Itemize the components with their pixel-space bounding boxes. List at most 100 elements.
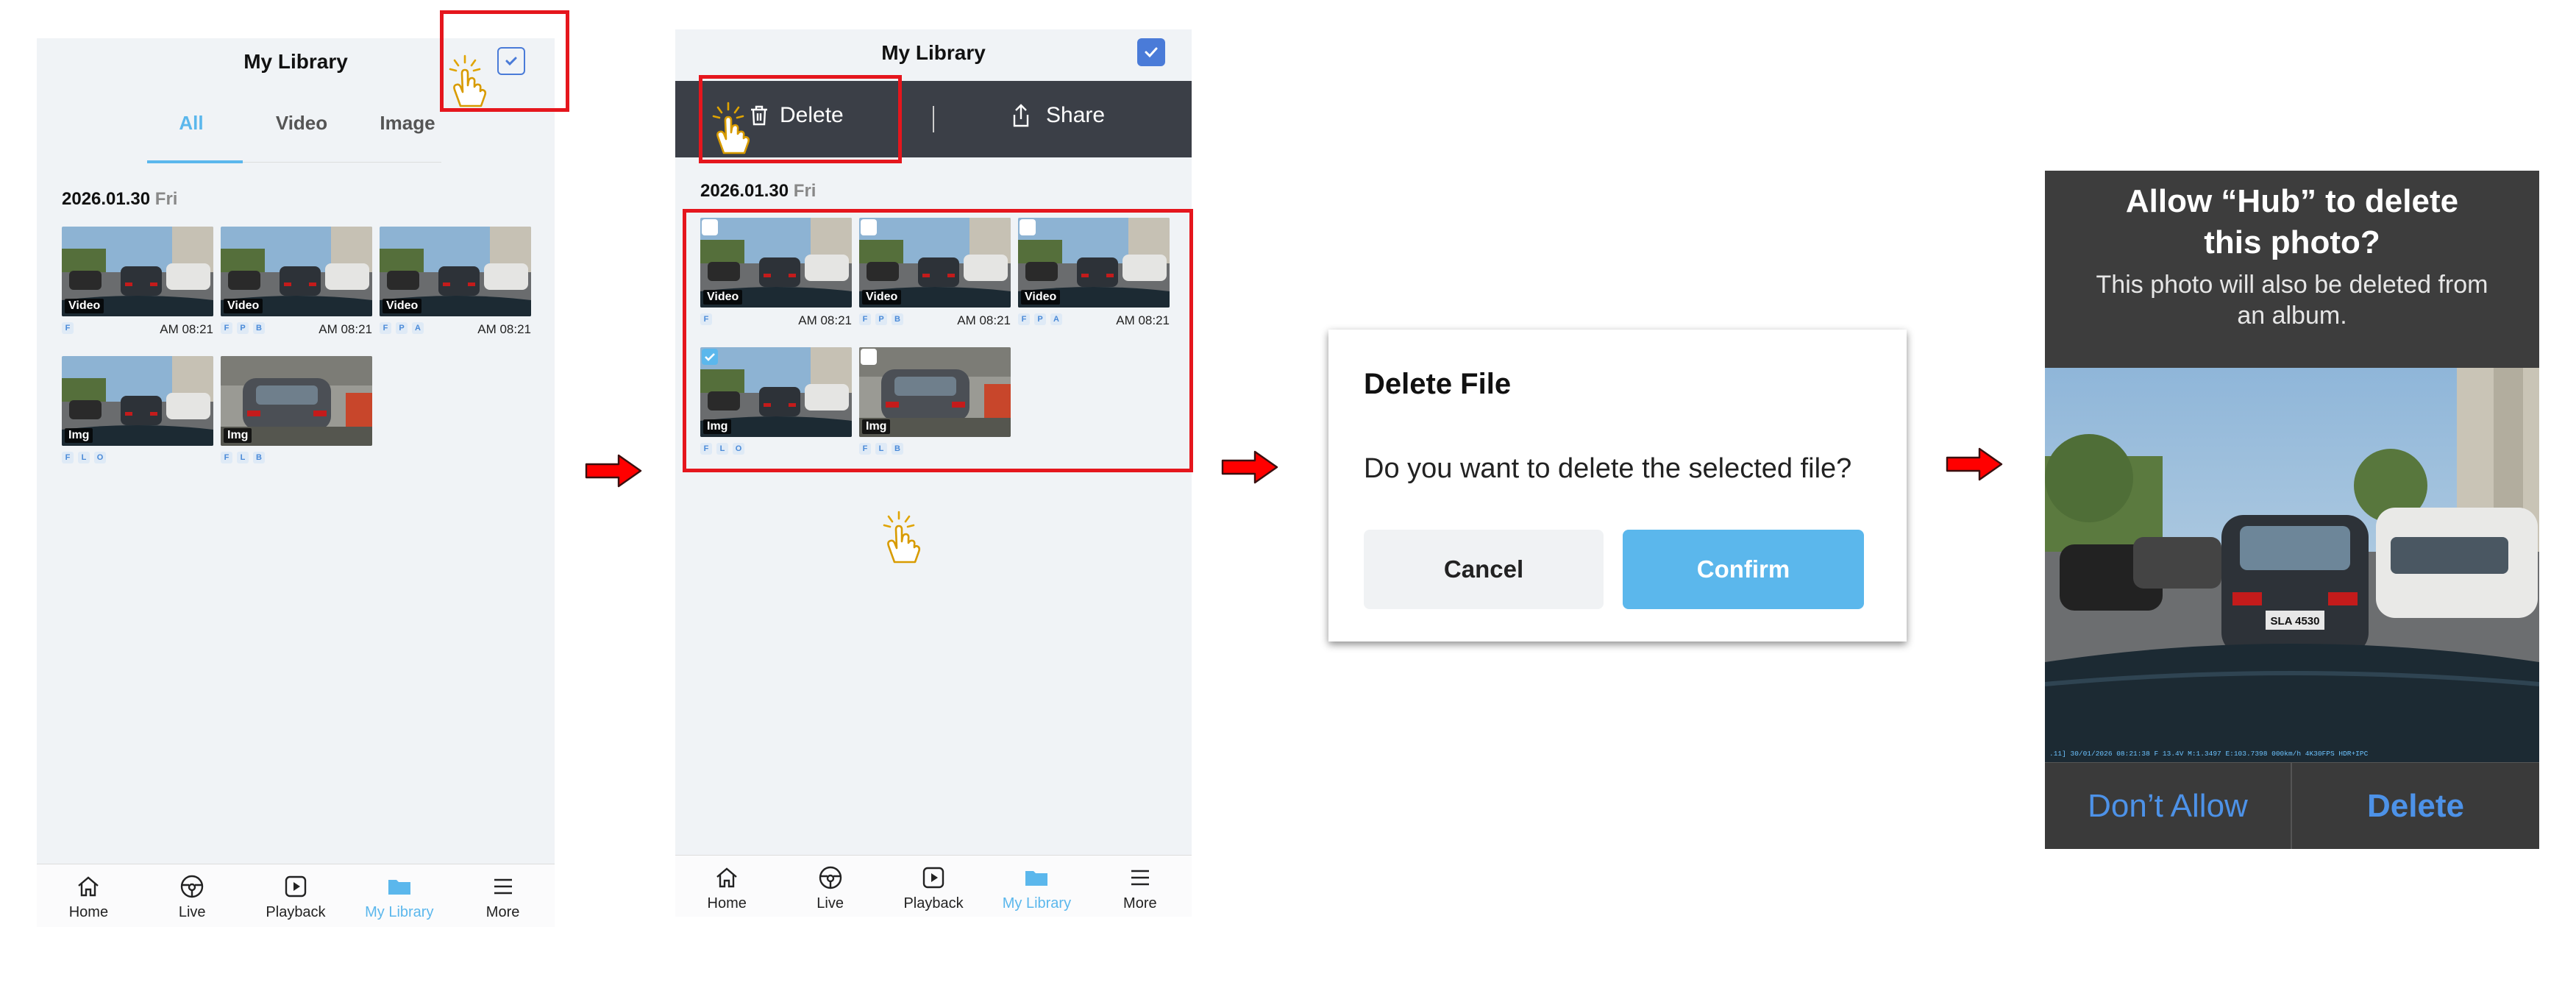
- tab-divider: [243, 162, 441, 163]
- badge: F: [221, 322, 232, 334]
- date-header: 2026.01.30 Fri: [700, 181, 816, 202]
- nav-my-library[interactable]: My Library: [347, 864, 451, 927]
- alert-header: Allow “Hub” to delete this photo? This p…: [2045, 171, 2539, 368]
- bottom-nav: Home Live Playback My Library More: [37, 864, 555, 927]
- file-time: AM 08:21: [477, 322, 531, 336]
- dont-allow-button[interactable]: Don’t Allow: [2045, 763, 2291, 849]
- file-type-tag: Video: [383, 299, 422, 313]
- badge: B: [253, 322, 265, 334]
- tap-hand-icon: [883, 511, 921, 564]
- flow-arrow-icon: [1221, 450, 1278, 484]
- steering-wheel-icon: [819, 866, 842, 889]
- tap-hand-icon: [712, 102, 750, 154]
- nav-label: More: [1123, 895, 1157, 911]
- nav-label: Live: [816, 895, 844, 911]
- nav-label: My Library: [1002, 895, 1072, 911]
- dashcam-photo: SLA 4530 .11] 30/01/2026 08:21:38 F 13.4…: [2045, 368, 2539, 762]
- menu-icon: [494, 878, 512, 895]
- bottom-nav: Home Live Playback My Library More: [675, 855, 1192, 917]
- tab-image[interactable]: Image: [363, 112, 452, 135]
- alert-message-line2: an album.: [2237, 302, 2347, 330]
- badge: F: [62, 452, 74, 463]
- nav-playback[interactable]: Playback: [244, 864, 348, 927]
- camera-badges: FPB: [221, 322, 265, 334]
- license-plate: SLA 4530: [2271, 615, 2320, 628]
- file-thumb[interactable]: Img: [221, 356, 372, 446]
- nav-more[interactable]: More: [451, 864, 555, 927]
- badge: B: [253, 452, 265, 463]
- camera-badges: FPA: [380, 322, 424, 334]
- badge: F: [221, 452, 232, 463]
- folder-icon: [388, 880, 410, 895]
- badge: A: [412, 322, 424, 334]
- nav-playback[interactable]: Playback: [882, 856, 985, 917]
- file-time: AM 08:21: [160, 322, 213, 336]
- file-thumb[interactable]: Img: [62, 356, 213, 446]
- library-screen-1: My Library All Video Image 2026.01.30 Fr…: [37, 38, 555, 927]
- nav-home[interactable]: Home: [37, 864, 140, 927]
- badge: L: [237, 452, 249, 463]
- confirm-button[interactable]: Confirm: [1623, 530, 1864, 609]
- dialog-title: Delete File: [1364, 368, 1512, 400]
- tap-hand-icon: [449, 54, 487, 107]
- date-header: 2026.01.30 Fri: [62, 189, 177, 210]
- file-thumb[interactable]: Video: [380, 227, 531, 316]
- weekday-text: Fri: [793, 181, 816, 201]
- badge: O: [94, 452, 106, 463]
- nav-label: My Library: [365, 904, 434, 920]
- nav-live[interactable]: Live: [140, 864, 244, 927]
- nav-label: More: [485, 904, 520, 920]
- file-type-tag: Img: [65, 428, 93, 443]
- nav-label: Home: [68, 904, 109, 920]
- alert-title-line2: this photo?: [2204, 224, 2380, 260]
- badge: F: [380, 322, 391, 334]
- badge: F: [62, 322, 74, 334]
- file-thumb[interactable]: Video: [62, 227, 213, 316]
- nav-more[interactable]: More: [1089, 856, 1192, 917]
- nav-label: Live: [178, 904, 206, 920]
- badge: P: [396, 322, 408, 334]
- share-icon: [1013, 104, 1029, 127]
- flow-arrow-icon: [1946, 447, 2003, 481]
- file-type-tag: Video: [65, 299, 104, 313]
- nav-label: Home: [707, 895, 747, 911]
- delete-file-dialog: Delete File Do you want to delete the se…: [1328, 330, 1907, 642]
- badge: P: [237, 322, 249, 334]
- nav-live[interactable]: Live: [778, 856, 881, 917]
- alert-message-line1: This photo will also be deleted from: [2096, 271, 2488, 299]
- file-type-tag: Video: [224, 299, 263, 313]
- nav-my-library[interactable]: My Library: [985, 856, 1088, 917]
- cancel-button[interactable]: Cancel: [1364, 530, 1604, 609]
- alert-delete-button[interactable]: Delete: [2292, 763, 2539, 849]
- date-text: 2026.01.30: [62, 189, 151, 209]
- steering-wheel-icon: [180, 875, 204, 898]
- alert-buttons: Don’t Allow Delete: [2045, 762, 2539, 849]
- tab-underline: [147, 160, 243, 163]
- video-overlay-text: .11] 30/01/2026 08:21:38 F 13.4V M:1.349…: [2049, 750, 2369, 758]
- dialog-message: Do you want to delete the selected file?: [1364, 453, 1852, 484]
- file-type-tag: Img: [224, 428, 252, 443]
- badge: L: [78, 452, 90, 463]
- home-icon: [78, 876, 99, 897]
- check-icon: [1145, 47, 1158, 58]
- file-time: AM 08:21: [319, 322, 372, 336]
- play-icon: [922, 867, 944, 889]
- play-icon: [285, 875, 307, 898]
- action-divider: [933, 106, 934, 132]
- share-action-button[interactable]: Share: [1011, 103, 1105, 128]
- alert-title-line1: Allow “Hub” to delete: [2125, 183, 2459, 219]
- camera-badges: F: [62, 322, 74, 334]
- flow-arrow-icon: [585, 454, 642, 488]
- date-text: 2026.01.30: [700, 181, 789, 201]
- camera-badges: FLB: [221, 452, 265, 463]
- select-all-checkbox[interactable]: [1137, 38, 1165, 66]
- nav-home[interactable]: Home: [675, 856, 778, 917]
- page-title: My Library: [881, 41, 986, 64]
- file-thumb[interactable]: Video: [221, 227, 372, 316]
- home-icon: [716, 867, 737, 888]
- menu-icon: [1131, 870, 1149, 886]
- tab-all[interactable]: All: [147, 112, 235, 135]
- tab-video[interactable]: Video: [257, 112, 346, 135]
- camera-badges: FLO: [62, 452, 106, 463]
- highlight-files-box: [683, 209, 1193, 472]
